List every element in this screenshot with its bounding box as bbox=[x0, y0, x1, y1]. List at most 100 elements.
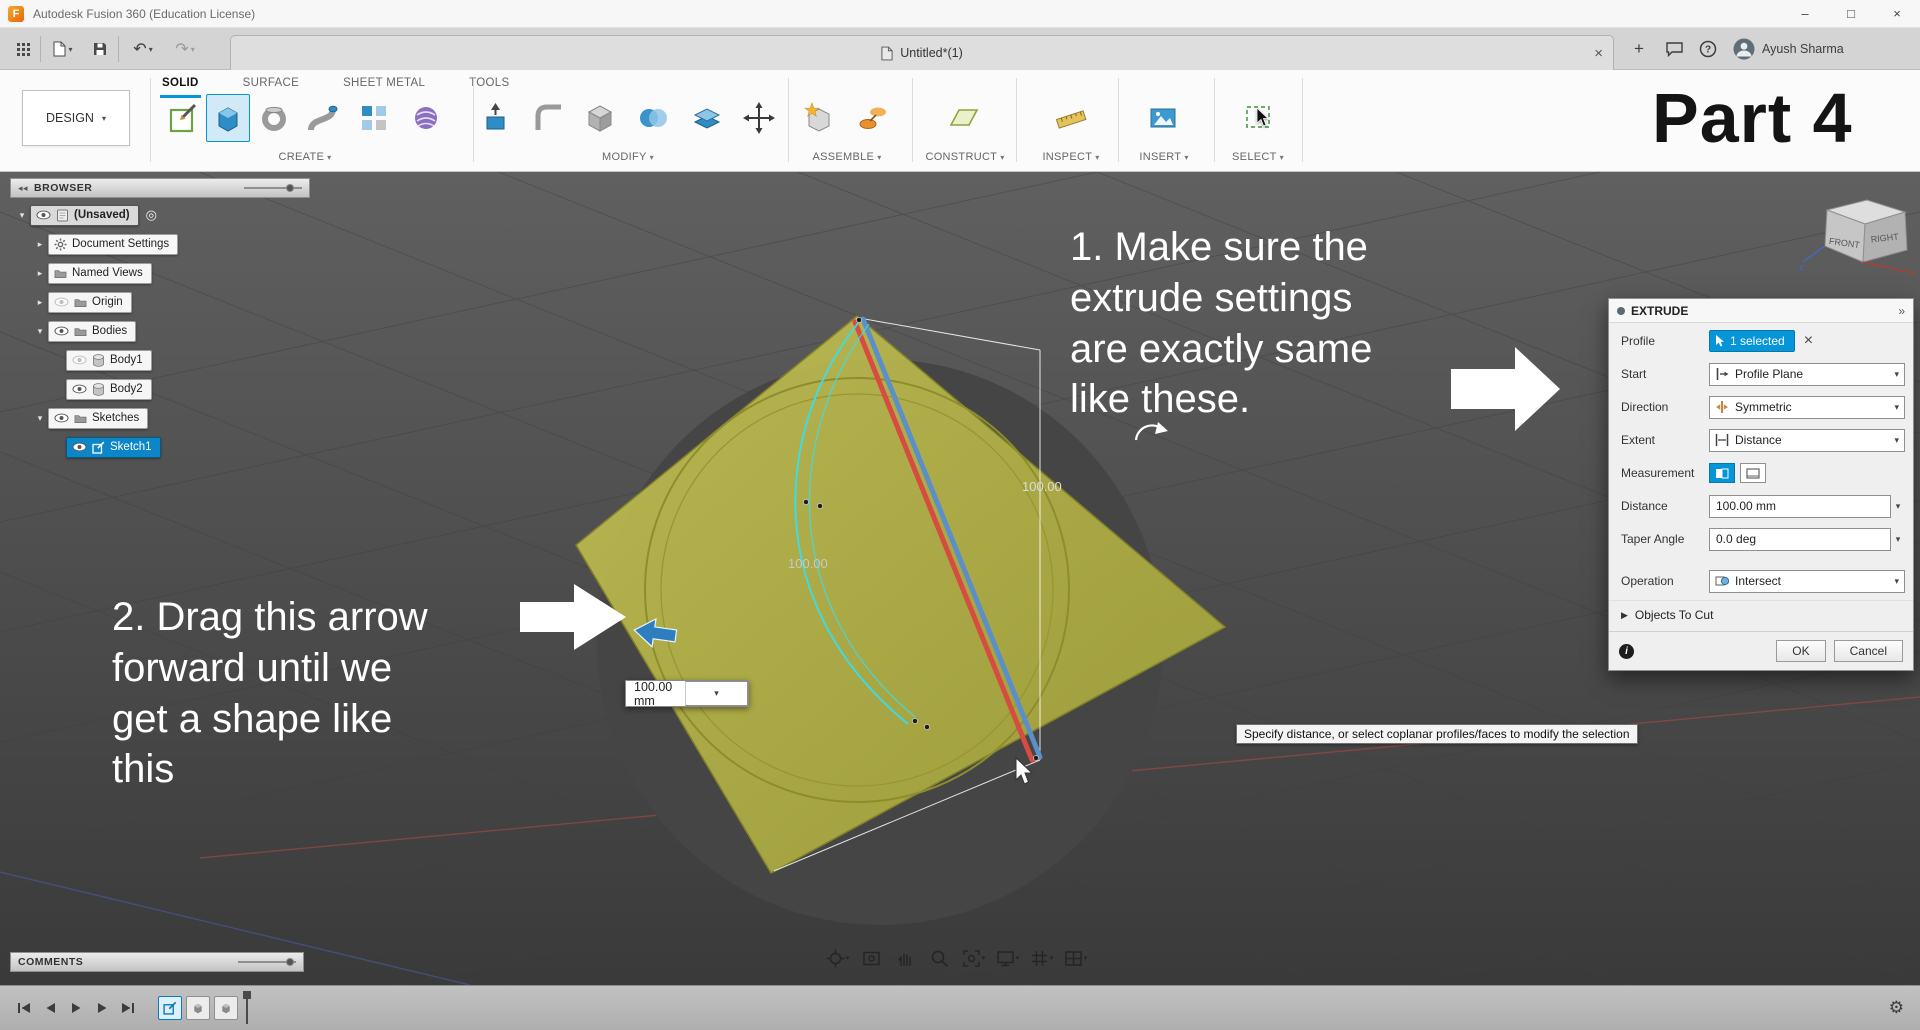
taper-options-icon[interactable]: ▾ bbox=[1891, 534, 1905, 545]
taper-angle-input[interactable]: 0.0 deg bbox=[1709, 527, 1891, 551]
timeline-feature-item[interactable] bbox=[186, 996, 210, 1020]
cancel-button[interactable]: Cancel bbox=[1833, 640, 1903, 662]
grid-settings-icon[interactable]: ▾ bbox=[1026, 944, 1057, 972]
skip-to-start-button[interactable] bbox=[12, 995, 36, 1021]
distance-input[interactable]: 100.00 mm bbox=[1709, 494, 1891, 518]
close-button[interactable]: × bbox=[1874, 0, 1920, 27]
play-button[interactable] bbox=[64, 995, 88, 1021]
new-component-tool[interactable] bbox=[796, 94, 840, 142]
comments-bubble-icon[interactable] bbox=[1660, 28, 1688, 70]
visibility-eye-icon[interactable] bbox=[54, 413, 69, 423]
distance-options-icon[interactable]: ▾ bbox=[1891, 501, 1905, 512]
sweep-tool[interactable] bbox=[300, 94, 344, 142]
step-back-button[interactable] bbox=[38, 995, 62, 1021]
document-tab[interactable]: Untitled*(1) × bbox=[230, 35, 1614, 70]
user-avatar[interactable] bbox=[1730, 28, 1758, 70]
distance-input-floating[interactable]: 100.00 mm ▾ bbox=[625, 680, 749, 708]
browser-item-body1[interactable]: Body1 bbox=[10, 348, 310, 372]
measure-tool[interactable] bbox=[1049, 94, 1093, 142]
fillet-tool[interactable] bbox=[527, 94, 571, 142]
expand-arrow-icon[interactable]: ▸ bbox=[32, 239, 48, 250]
construct-plane-tool[interactable] bbox=[942, 94, 986, 142]
clear-selection-icon[interactable]: × bbox=[1804, 332, 1813, 350]
collapse-browser-icon[interactable]: ◂◂ bbox=[18, 183, 28, 194]
browser-item-sketches[interactable]: ▾ Sketches bbox=[10, 406, 310, 430]
undo-icon[interactable]: ↶ ▾ bbox=[126, 28, 160, 70]
step-forward-button[interactable] bbox=[90, 995, 114, 1021]
distance-dropdown-icon[interactable]: ▾ bbox=[685, 681, 748, 706]
timeline-feature-item[interactable] bbox=[214, 996, 238, 1020]
browser-item-origin[interactable]: ▸ Origin bbox=[10, 290, 310, 314]
dialog-expand-icon[interactable]: » bbox=[1898, 304, 1905, 318]
visibility-eye-icon[interactable] bbox=[54, 326, 69, 336]
minimize-button[interactable]: – bbox=[1782, 0, 1828, 27]
activate-component-icon[interactable]: ◎ bbox=[146, 207, 157, 223]
group-inspect[interactable]: INSPECT ▾ bbox=[1042, 151, 1099, 163]
extrude-tool[interactable] bbox=[206, 94, 250, 142]
close-tab-icon[interactable]: × bbox=[1594, 45, 1603, 62]
expand-arrow-icon[interactable]: ▾ bbox=[14, 210, 30, 221]
offset-face-tool[interactable] bbox=[685, 94, 729, 142]
group-create[interactable]: CREATE ▾ bbox=[279, 151, 332, 163]
help-icon[interactable]: ? bbox=[1694, 28, 1722, 70]
comments-panel-header[interactable]: COMMENTS bbox=[10, 952, 304, 972]
browser-panel-header[interactable]: ◂◂ BROWSER bbox=[10, 178, 310, 198]
browser-item-root[interactable]: ▾ (Unsaved) ◎ bbox=[10, 203, 310, 227]
profile-selected-chip[interactable]: 1 selected bbox=[1709, 330, 1795, 352]
info-icon[interactable]: i bbox=[1619, 643, 1634, 659]
workspace-selector[interactable]: DESIGN ▾ bbox=[22, 90, 130, 146]
extent-dropdown[interactable]: Distance ▾ bbox=[1709, 428, 1905, 452]
measurement-whole-button[interactable] bbox=[1740, 463, 1766, 483]
objects-to-cut-expander[interactable]: ▶ Objects To Cut bbox=[1609, 600, 1913, 629]
timeline-settings-icon[interactable]: ⚙ bbox=[1889, 998, 1904, 1018]
group-insert[interactable]: INSERT ▾ bbox=[1139, 151, 1188, 163]
browser-item-named-views[interactable]: ▸ Named Views bbox=[10, 261, 310, 285]
pattern-tool[interactable] bbox=[352, 94, 396, 142]
group-construct[interactable]: CONSTRUCT ▾ bbox=[925, 151, 1004, 163]
distance-value[interactable]: 100.00 mm bbox=[626, 680, 685, 708]
new-tab-button[interactable]: + bbox=[1626, 28, 1652, 70]
visibility-eye-icon[interactable] bbox=[36, 210, 51, 220]
extrude-dialog-header[interactable]: EXTRUDE » bbox=[1609, 299, 1913, 323]
create-sketch-tool[interactable] bbox=[162, 94, 206, 142]
maximize-button[interactable]: □ bbox=[1828, 0, 1874, 27]
group-assemble[interactable]: ASSEMBLE ▾ bbox=[812, 151, 881, 163]
browser-item-bodies[interactable]: ▾ Bodies bbox=[10, 319, 310, 343]
browser-item-document-settings[interactable]: ▸ Document Settings bbox=[10, 232, 310, 256]
browser-item-sketch1[interactable]: Sketch1 bbox=[10, 435, 310, 459]
expand-arrow-icon[interactable]: ▸ bbox=[32, 268, 48, 279]
measurement-half-button[interactable] bbox=[1709, 463, 1735, 483]
file-menu-icon[interactable]: ▾ bbox=[46, 28, 80, 70]
expand-arrow-icon[interactable]: ▾ bbox=[32, 326, 48, 337]
ok-button[interactable]: OK bbox=[1776, 640, 1826, 662]
group-modify[interactable]: MODIFY ▾ bbox=[602, 151, 654, 163]
save-icon[interactable] bbox=[88, 28, 112, 70]
shell-tool[interactable] bbox=[578, 94, 622, 142]
start-dropdown[interactable]: Profile Plane ▾ bbox=[1709, 362, 1905, 386]
coil-tool[interactable] bbox=[404, 94, 448, 142]
insert-canvas-tool[interactable] bbox=[1141, 94, 1185, 142]
look-at-icon[interactable] bbox=[856, 944, 887, 972]
pan-icon[interactable] bbox=[890, 944, 921, 972]
operation-dropdown[interactable]: Intersect ▾ bbox=[1709, 569, 1905, 593]
visibility-eye-icon[interactable] bbox=[72, 442, 87, 452]
move-copy-tool[interactable] bbox=[737, 94, 781, 142]
timeline-playhead[interactable] bbox=[243, 991, 251, 1024]
visibility-eye-icon[interactable] bbox=[72, 355, 87, 365]
visibility-eye-icon[interactable] bbox=[72, 384, 87, 394]
app-grid-icon[interactable] bbox=[10, 28, 36, 70]
browser-item-body2[interactable]: Body2 bbox=[10, 377, 310, 401]
expand-arrow-icon[interactable]: ▾ bbox=[32, 413, 48, 424]
direction-dropdown[interactable]: Symmetric ▾ bbox=[1709, 395, 1905, 419]
combine-tool[interactable] bbox=[631, 94, 675, 142]
view-cube[interactable]: FRONT RIGHT z x bbox=[1795, 196, 1919, 280]
display-settings-icon[interactable]: ▾ bbox=[992, 944, 1023, 972]
fit-icon[interactable]: ▾ bbox=[958, 944, 989, 972]
viewports-icon[interactable]: ▾ bbox=[1060, 944, 1091, 972]
redo-icon[interactable]: ↷ ▾ bbox=[168, 28, 202, 70]
user-name[interactable]: Ayush Sharma bbox=[1762, 28, 1872, 70]
timeline-sketch-item[interactable] bbox=[158, 996, 182, 1020]
browser-opacity-slider[interactable] bbox=[244, 184, 302, 192]
expand-arrow-icon[interactable]: ▸ bbox=[32, 297, 48, 308]
group-select[interactable]: SELECT ▾ bbox=[1232, 151, 1284, 163]
